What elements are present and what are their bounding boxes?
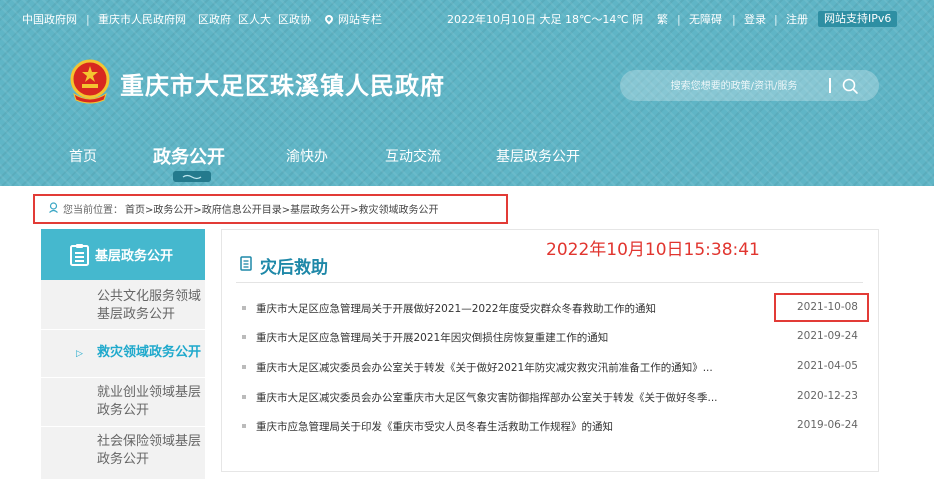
bullet-icon	[242, 365, 246, 369]
nav-home[interactable]: 首页	[69, 146, 97, 166]
ipv6-badge: 网站支持IPv6	[818, 11, 898, 27]
separator: |	[732, 13, 736, 26]
sidebar-menu: 公共文化服务领域基层政务公开 救灾领域政务公开 就业创业领域基层政务公开 社会保…	[41, 280, 205, 479]
search-divider	[829, 78, 831, 93]
article-title[interactable]: 重庆市大足区减灾委员会办公室关于转发《关于做好2021年防灾减灾救灾汛前准备工作…	[256, 360, 766, 375]
section-title: 灾后救助	[260, 258, 328, 278]
sidebar-divider	[41, 377, 205, 378]
link-cq-gov[interactable]: 重庆市人民政府网	[98, 13, 186, 27]
date-highlight-box	[774, 293, 869, 322]
breadcrumb-label: 您当前位置：	[63, 205, 123, 216]
article-title[interactable]: 重庆市大足区应急管理局关于开展2021年因灾倒损住房恢复重建工作的通知	[256, 330, 766, 345]
accessibility-link[interactable]: 无障碍	[689, 13, 722, 27]
article-row[interactable]: 重庆市大足区应急管理局关于开展2021年因灾倒损住房恢复重建工作的通知 2021…	[238, 329, 863, 347]
link-gov-cn[interactable]: 中国政府网	[22, 13, 77, 27]
document-list-icon	[70, 244, 89, 266]
site-column-link[interactable]: 网站专栏	[323, 13, 382, 27]
nav-interaction[interactable]: 互动交流	[385, 146, 441, 166]
article-date: 2021-09-24	[796, 330, 858, 342]
article-row[interactable]: 重庆市大足区应急管理局关于开展做好2021—2022年度受灾群众冬春救助工作的通…	[238, 300, 863, 318]
bullet-icon	[242, 395, 246, 399]
article-title[interactable]: 重庆市大足区减灾委员会办公室重庆市大足区气象灾害防御指挥部办公室关于转发《关于做…	[256, 390, 766, 405]
active-nav-marker-icon	[173, 171, 211, 182]
article-title[interactable]: 重庆市应急管理局关于印发《重庆市受灾人员冬春生活救助工作规程》的通知	[256, 419, 766, 434]
site-title: 重庆市大足区珠溪镇人民政府	[120, 72, 445, 100]
nav-grassroots[interactable]: 基层政务公开	[496, 146, 580, 166]
sidebar-divider	[41, 426, 205, 427]
site-header: 中国政府网 | 重庆市人民政府网 区政府 区人大 区政协 网站专栏 2022年1…	[0, 0, 934, 186]
login-link[interactable]: 登录	[744, 13, 766, 27]
location-pin-icon	[323, 13, 335, 25]
separator: |	[774, 13, 778, 26]
link-district-cppcc[interactable]: 区政协	[278, 13, 311, 27]
separator: |	[677, 13, 681, 26]
main-nav: 首页 政务公开 渝快办 互动交流 基层政务公开	[0, 138, 934, 178]
location-icon	[49, 202, 58, 213]
national-emblem-icon	[70, 59, 110, 104]
nav-gov-affairs[interactable]: 政务公开	[153, 143, 225, 169]
nav-yukuaiban[interactable]: 渝快办	[286, 146, 328, 166]
article-date: 2021-04-05	[796, 360, 858, 372]
article-date: 2020-12-23	[796, 390, 858, 402]
sidebar-title: 基层政务公开	[95, 249, 174, 264]
date-weather: 2022年10月10日 大足 18℃～14℃ 阴	[447, 13, 644, 26]
register-link[interactable]: 注册	[786, 13, 808, 27]
link-district-npc[interactable]: 区人大	[238, 13, 271, 27]
traditional-chinese-link[interactable]: 繁	[657, 13, 668, 27]
link-district-gov[interactable]: 区政府	[198, 13, 231, 27]
bullet-icon	[242, 335, 246, 339]
timestamp-overlay: 2022年10月10日15:38:41	[546, 240, 760, 260]
search-icon[interactable]	[838, 74, 862, 98]
bullet-icon	[242, 424, 246, 428]
article-row[interactable]: 重庆市大足区减灾委员会办公室关于转发《关于做好2021年防灾减灾救灾汛前准备工作…	[238, 359, 863, 377]
article-row[interactable]: 重庆市大足区减灾委员会办公室重庆市大足区气象灾害防御指挥部办公室关于转发《关于做…	[238, 389, 863, 407]
search-input[interactable]	[634, 76, 834, 96]
breadcrumb[interactable]: 首页>政务公开>政府信息公开目录>基层政务公开>救灾领域政务公开	[125, 201, 439, 216]
top-bar: 中国政府网 | 重庆市人民政府网 区政府 区人大 区政协 网站专栏 2022年1…	[0, 0, 934, 40]
bullet-icon	[242, 306, 246, 310]
article-title[interactable]: 重庆市大足区应急管理局关于开展做好2021—2022年度受灾群众冬春救助工作的通…	[256, 301, 766, 316]
title-divider	[236, 282, 863, 283]
article-icon	[240, 256, 252, 271]
article-row[interactable]: 重庆市应急管理局关于印发《重庆市受灾人员冬春生活救助工作规程》的通知 2019-…	[238, 418, 863, 436]
separator: |	[86, 13, 90, 26]
active-arrow-icon: ▷	[76, 349, 83, 359]
article-date: 2019-06-24	[796, 419, 858, 431]
sidebar-divider	[41, 329, 205, 330]
